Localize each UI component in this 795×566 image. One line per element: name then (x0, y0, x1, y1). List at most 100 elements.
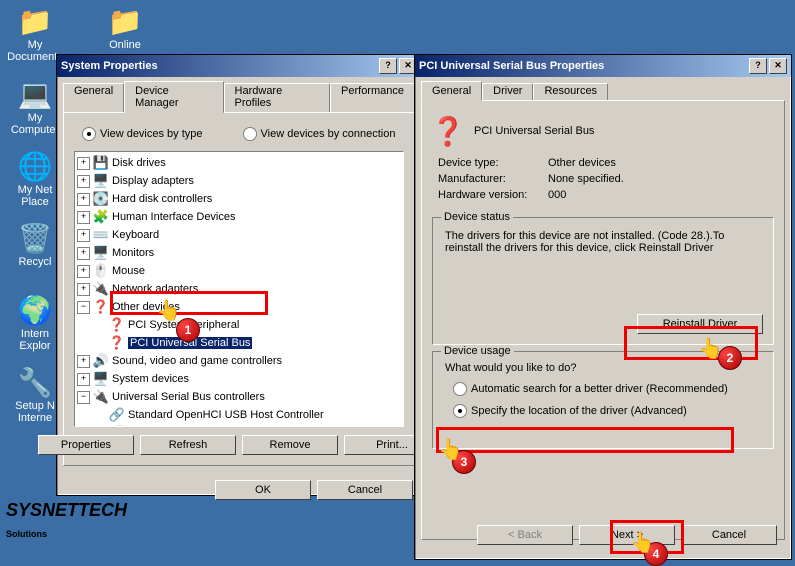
tree-item[interactable]: ❓PCI System Peripheral (77, 316, 401, 334)
properties-button[interactable]: Properties (38, 435, 134, 455)
close-button[interactable]: ✕ (769, 58, 787, 74)
wrench-icon: 🔧 (19, 366, 51, 398)
tree-item[interactable]: +💾Disk drives (77, 154, 401, 172)
watermark-logo: SYSNETTECHSolutions (6, 500, 127, 542)
browser-icon: 🌍 (19, 294, 51, 326)
tree-item[interactable]: +🧩Human Interface Devices (77, 208, 401, 226)
help-button[interactable]: ? (749, 58, 767, 74)
trash-icon: 🗑️ (19, 222, 51, 254)
titlebar[interactable]: PCI Universal Serial Bus Properties ? ✕ (415, 55, 791, 77)
device-usage-legend: Device usage (441, 345, 514, 357)
tab-panel: ❓ PCI Universal Serial Bus Device type:O… (421, 100, 785, 540)
tree-expander[interactable]: + (77, 175, 90, 188)
tab-panel: View devices by type View devices by con… (63, 112, 415, 466)
tree-item[interactable]: +🖥️Monitors (77, 244, 401, 262)
tree-item[interactable]: +🖥️Display adapters (77, 172, 401, 190)
tree-label: Mouse (112, 265, 145, 277)
device-status-group: Device status The drivers for this devic… (432, 217, 774, 345)
tree-item[interactable]: +🔌Network adapters (77, 280, 401, 298)
reinstall-driver-button[interactable]: Reinstall Driver (637, 314, 763, 334)
tree-expander[interactable]: + (77, 157, 90, 170)
tree-item[interactable]: +🔊Sound, video and game controllers (77, 352, 401, 370)
device-icon: 🔌 (93, 281, 109, 297)
tab-general[interactable]: General (63, 83, 124, 112)
computer-icon: 💻 (19, 78, 51, 110)
device-status-legend: Device status (441, 211, 513, 223)
question-icon: ❓ (432, 115, 464, 147)
device-usage-group: Device usage What would you like to do? … (432, 351, 774, 449)
tree-item[interactable]: +💽Hard disk controllers (77, 190, 401, 208)
tree-expander[interactable]: + (77, 211, 90, 224)
tree-expander[interactable]: + (77, 373, 90, 386)
window-title: System Properties (61, 60, 158, 72)
tree-item[interactable]: −🔌Universal Serial Bus controllers (77, 388, 401, 406)
tree-expander[interactable]: + (77, 229, 90, 242)
remove-button[interactable]: Remove (242, 435, 338, 455)
tab-resources[interactable]: Resources (533, 83, 608, 100)
device-status-text: The drivers for this device are not inst… (441, 226, 765, 258)
titlebar[interactable]: System Properties ? ✕ (57, 55, 421, 77)
tab-performance[interactable]: Performance (330, 83, 415, 112)
back-button[interactable]: < Back (477, 525, 573, 545)
device-icon: ⌨️ (93, 227, 109, 243)
tree-item[interactable]: 🔗USB Root Hub (77, 424, 401, 427)
tree-label: Network adapters (112, 283, 198, 295)
tree-expander[interactable]: + (77, 247, 90, 260)
radio-auto-search[interactable]: Automatic search for a better driver (Re… (441, 380, 765, 398)
device-type-value: Other devices (548, 157, 616, 169)
tree-item[interactable]: +🖱️Mouse (77, 262, 401, 280)
tree-expander[interactable]: + (77, 193, 90, 206)
device-tree[interactable]: +💾Disk drives+🖥️Display adapters+💽Hard d… (74, 151, 404, 427)
tree-item[interactable]: +⌨️Keyboard (77, 226, 401, 244)
device-icon: 💾 (93, 155, 109, 171)
tab-driver[interactable]: Driver (482, 83, 533, 100)
refresh-button[interactable]: Refresh (140, 435, 236, 455)
tabs: General Driver Resources (415, 77, 791, 100)
device-icon: 🔗 (109, 407, 125, 423)
manufacturer-label: Manufacturer: (438, 173, 548, 185)
tree-label: Keyboard (112, 229, 159, 241)
tree-label: PCI Universal Serial Bus (128, 337, 252, 349)
tree-item[interactable]: ❓PCI Universal Serial Bus (77, 334, 401, 352)
next-button[interactable]: Next > (579, 525, 675, 545)
device-name: PCI Universal Serial Bus (474, 125, 594, 137)
tab-hardware-profiles[interactable]: Hardware Profiles (224, 83, 330, 112)
tree-item[interactable]: −❓Other devices (77, 298, 401, 316)
tree-expander[interactable]: + (77, 265, 90, 278)
device-icon: 🖥️ (93, 173, 109, 189)
tab-general[interactable]: General (421, 81, 482, 101)
tree-label: System devices (112, 373, 189, 385)
tree-expander[interactable]: − (77, 391, 90, 404)
tree-label: Disk drives (112, 157, 166, 169)
help-button[interactable]: ? (379, 58, 397, 74)
tree-expander[interactable]: − (77, 301, 90, 314)
radio-view-by-type[interactable]: View devices by type (82, 127, 203, 141)
tab-device-manager[interactable]: Device Manager (124, 81, 223, 113)
device-properties-window: PCI Universal Serial Bus Properties ? ✕ … (414, 54, 792, 560)
window-title: PCI Universal Serial Bus Properties (419, 60, 604, 72)
ok-button[interactable]: OK (215, 480, 311, 500)
system-properties-window: System Properties ? ✕ General Device Man… (56, 54, 422, 496)
tree-label: Monitors (112, 247, 154, 259)
tree-item[interactable]: +🖥️System devices (77, 370, 401, 388)
device-icon: ❓ (93, 299, 109, 315)
radio-specify-location[interactable]: Specify the location of the driver (Adva… (441, 398, 765, 424)
device-icon: 🔌 (93, 389, 109, 405)
radio-view-by-connection[interactable]: View devices by connection (243, 127, 396, 141)
device-icon: 🔗 (109, 425, 125, 427)
tree-expander[interactable]: + (77, 283, 90, 296)
tree-expander[interactable]: + (77, 355, 90, 368)
hardware-version-value: 000 (548, 189, 566, 201)
device-icon: ❓ (109, 317, 125, 333)
globe-icon: 🌐 (19, 150, 51, 182)
device-icon: 🖱️ (93, 263, 109, 279)
cancel-button[interactable]: Cancel (681, 525, 777, 545)
tree-label: Standard OpenHCI USB Host Controller (128, 409, 324, 421)
tree-label: PCI System Peripheral (128, 319, 239, 331)
tabs: General Device Manager Hardware Profiles… (57, 77, 421, 112)
tree-item[interactable]: 🔗Standard OpenHCI USB Host Controller (77, 406, 401, 424)
tree-label: Display adapters (112, 175, 194, 187)
cancel-button[interactable]: Cancel (317, 480, 413, 500)
folder-icon: 📁 (109, 5, 141, 37)
desktop-icon-online[interactable]: 📁Online (95, 5, 155, 51)
